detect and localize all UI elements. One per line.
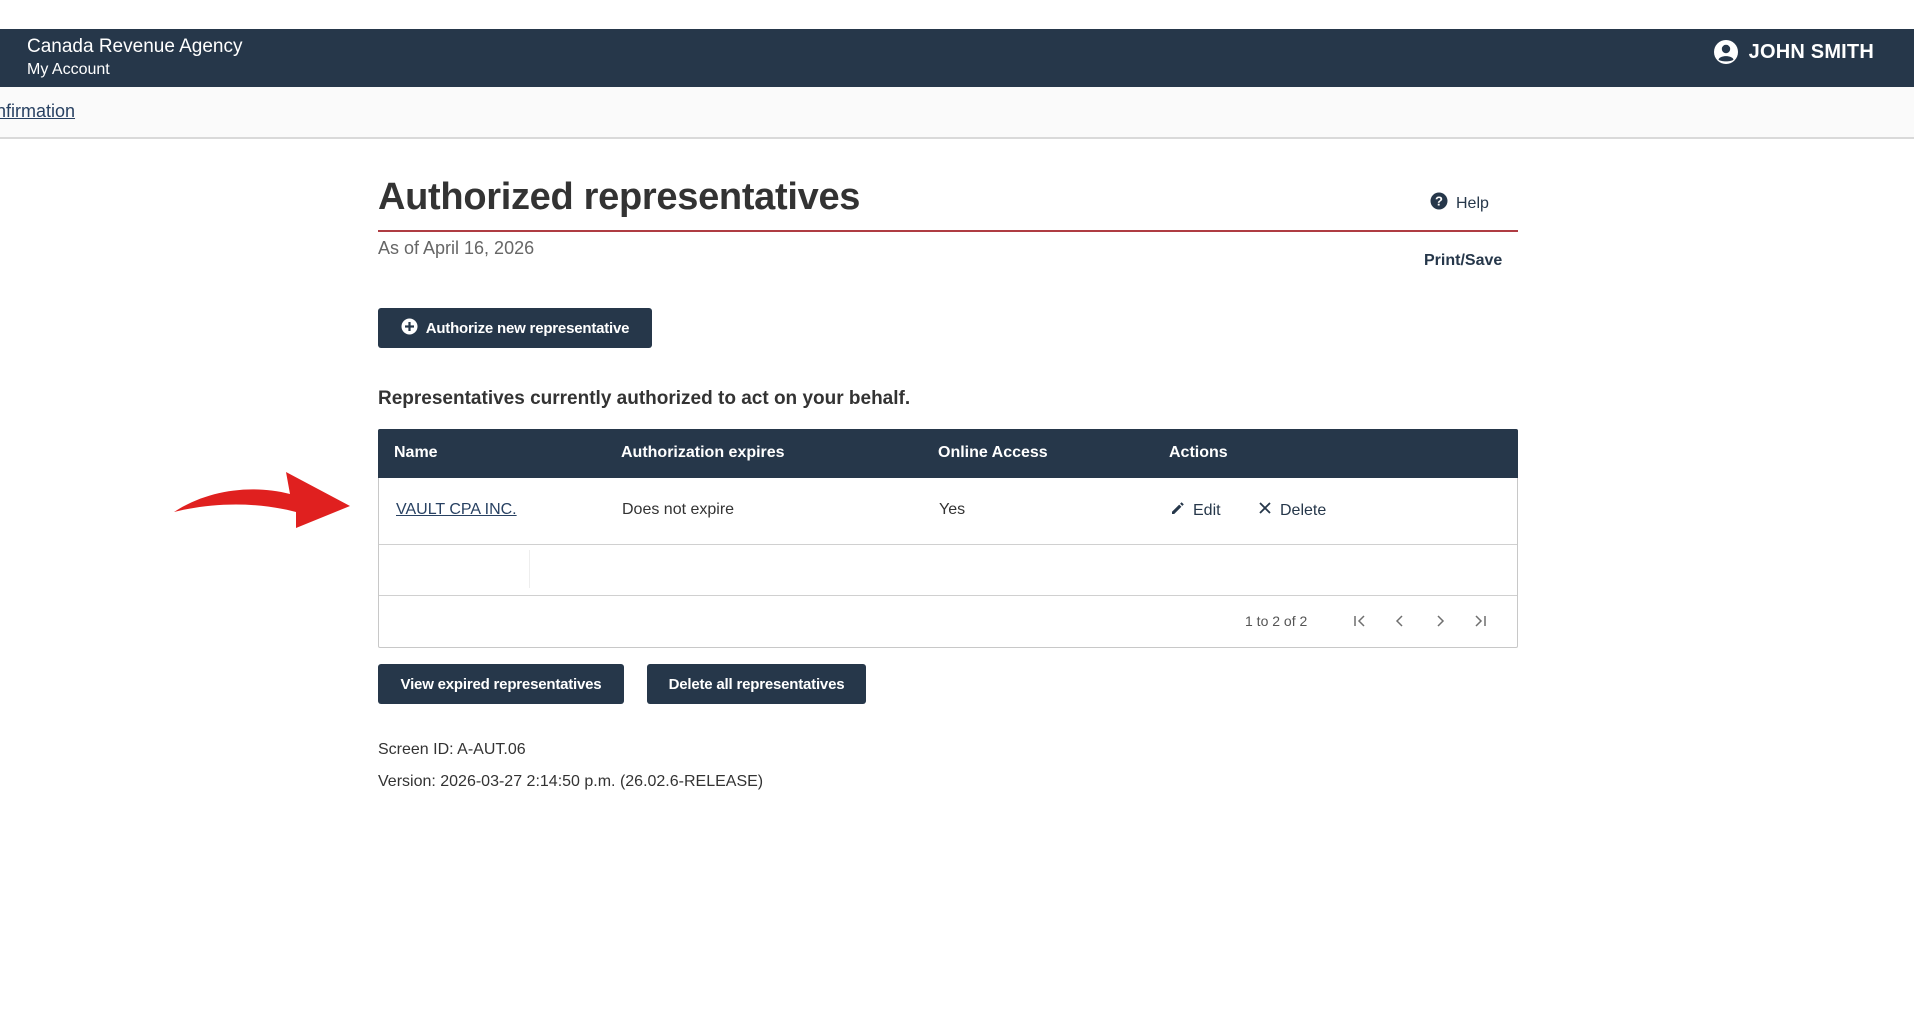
breadcrumb: nfirmation <box>0 87 1914 139</box>
view-expired-representatives-button[interactable]: View expired representatives <box>378 664 624 704</box>
user-menu[interactable]: JOHN SMITH <box>1713 39 1874 65</box>
plus-circle-icon <box>401 318 418 339</box>
svg-text:?: ? <box>1435 194 1443 209</box>
chevron-left-icon[interactable] <box>1389 610 1411 632</box>
pagination: 1 to 2 of 2 <box>379 596 1517 647</box>
chevron-right-icon[interactable] <box>1429 610 1451 632</box>
authorize-new-representative-button[interactable]: Authorize new representative <box>378 308 652 348</box>
cell-divider <box>529 550 530 588</box>
page-title: Authorized representatives <box>378 176 861 218</box>
pencil-icon <box>1170 501 1185 521</box>
column-header-name[interactable]: Name <box>394 444 438 462</box>
question-circle-icon: ? <box>1430 192 1448 215</box>
delete-all-representatives-button[interactable]: Delete all representatives <box>647 664 866 704</box>
screen-id: Screen ID: A-AUT.06 <box>378 741 526 758</box>
pagination-summary: 1 to 2 of 2 <box>1245 613 1308 629</box>
site-header: Canada Revenue Agency My Account JOHN SM… <box>0 29 1914 87</box>
user-circle-icon <box>1713 39 1739 65</box>
user-name: JOHN SMITH <box>1748 40 1874 63</box>
delete-label: Delete <box>1280 501 1327 519</box>
account-name: My Account <box>27 61 110 78</box>
help-link[interactable]: ? Help <box>1430 192 1489 215</box>
close-icon <box>1258 501 1272 520</box>
authorize-button-label: Authorize new representative <box>425 319 630 337</box>
online-access-cell: Yes <box>939 501 966 518</box>
help-label: Help <box>1456 194 1489 212</box>
authorization-expires-cell: Does not expire <box>622 501 735 518</box>
print-save-link[interactable]: Print/Save <box>1424 252 1502 270</box>
column-header-expires[interactable]: Authorization expires <box>621 444 785 462</box>
version-info: Version: 2026-03-27 2:14:50 p.m. (26.02.… <box>378 773 764 790</box>
agency-name: Canada Revenue Agency <box>27 36 243 57</box>
delete-button[interactable]: Delete <box>1258 501 1326 520</box>
column-header-online-access[interactable]: Online Access <box>938 444 1048 462</box>
representatives-table: Name Authorization expires Online Access… <box>378 429 1518 648</box>
edit-label: Edit <box>1193 502 1221 519</box>
red-arrow-icon <box>172 456 352 533</box>
brand[interactable]: Canada Revenue Agency My Account <box>27 34 243 80</box>
section-heading: Representatives currently authorized to … <box>378 388 911 409</box>
table-row-empty <box>379 545 1517 596</box>
representative-name-link[interactable]: VAULT CPA INC. <box>396 501 517 519</box>
breadcrumb-link[interactable]: nfirmation <box>0 101 75 122</box>
as-of-date: As of April 16, 2026 <box>378 238 535 258</box>
last-page-icon[interactable] <box>1469 610 1491 632</box>
table-header: Name Authorization expires Online Access… <box>378 429 1518 478</box>
edit-button[interactable]: Edit <box>1170 501 1221 521</box>
table-row: VAULT CPA INC. Does not expire Yes Edit … <box>379 478 1517 545</box>
first-page-icon[interactable] <box>1349 610 1371 632</box>
title-divider <box>378 230 1518 232</box>
column-header-actions: Actions <box>1169 444 1228 461</box>
